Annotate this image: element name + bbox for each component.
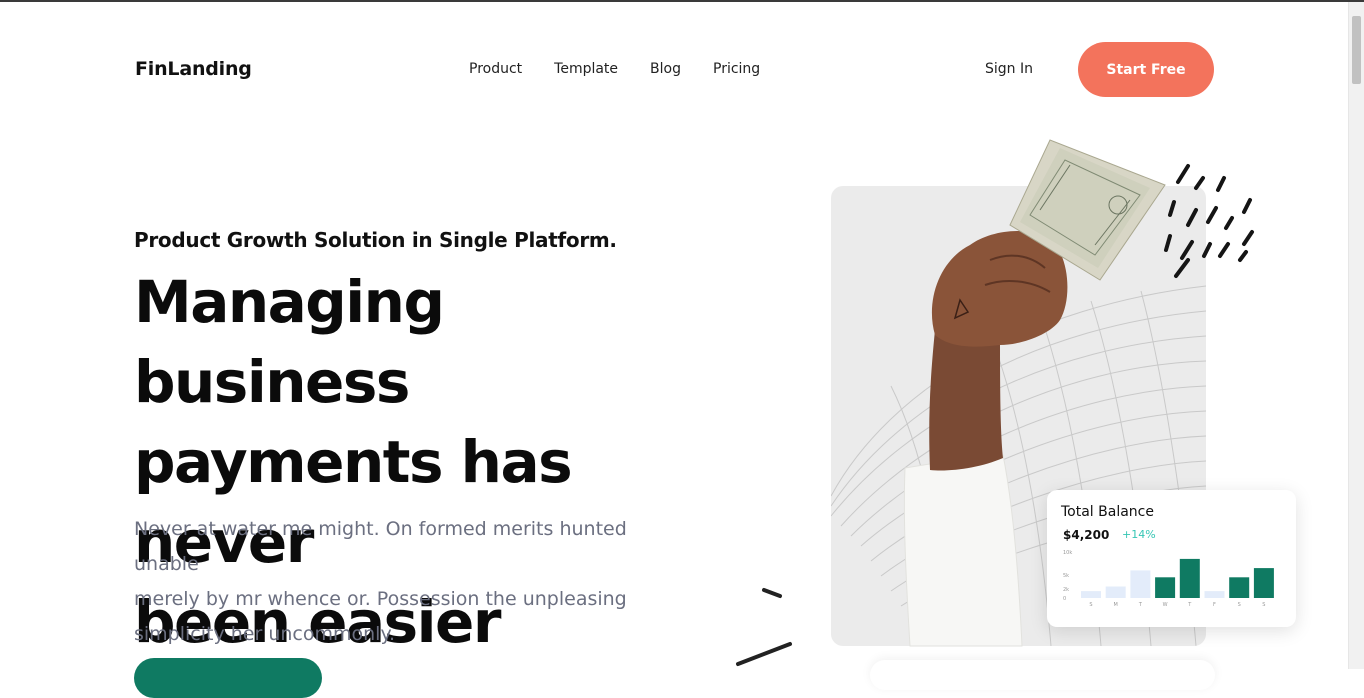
total-balance-card: Total Balance $4,200 +14% 10k 5k 2k 0 S M T W T F… bbox=[1047, 490, 1296, 627]
chart-bar bbox=[1253, 568, 1274, 598]
x-tick-label: F bbox=[1213, 602, 1216, 608]
y-tick-label: 0 bbox=[1063, 596, 1066, 602]
chart-bar bbox=[1179, 558, 1200, 598]
chart-bar bbox=[1105, 586, 1126, 598]
x-tick-label: T bbox=[1138, 602, 1143, 608]
dash-decoration bbox=[736, 588, 792, 666]
balance-amount: $4,200 bbox=[1063, 528, 1110, 542]
chart-bar bbox=[1081, 591, 1101, 598]
chart-bar bbox=[1155, 577, 1176, 598]
bottom-card-partial bbox=[870, 660, 1215, 690]
x-tick-label: W bbox=[1163, 602, 1168, 608]
balance-title: Total Balance bbox=[1061, 504, 1154, 520]
chart-bar bbox=[1229, 577, 1250, 598]
x-tick-label: M bbox=[1114, 602, 1118, 608]
x-tick-label: S bbox=[1262, 602, 1265, 608]
y-tick-label: 2k bbox=[1063, 587, 1069, 593]
brush-strokes-decoration bbox=[1164, 164, 1254, 278]
chart-bar bbox=[1130, 570, 1151, 598]
x-tick-label: T bbox=[1187, 602, 1192, 608]
x-tick-label: S bbox=[1089, 602, 1092, 608]
balance-change: +14% bbox=[1122, 528, 1156, 541]
x-tick-label: S bbox=[1238, 602, 1241, 608]
chart-bar bbox=[1204, 591, 1225, 598]
weekly-bar-chart: 10k 5k 2k 0 S M T W T F S S bbox=[1063, 550, 1274, 608]
y-tick-label: 10k bbox=[1063, 550, 1072, 556]
y-tick-label: 5k bbox=[1063, 573, 1069, 579]
